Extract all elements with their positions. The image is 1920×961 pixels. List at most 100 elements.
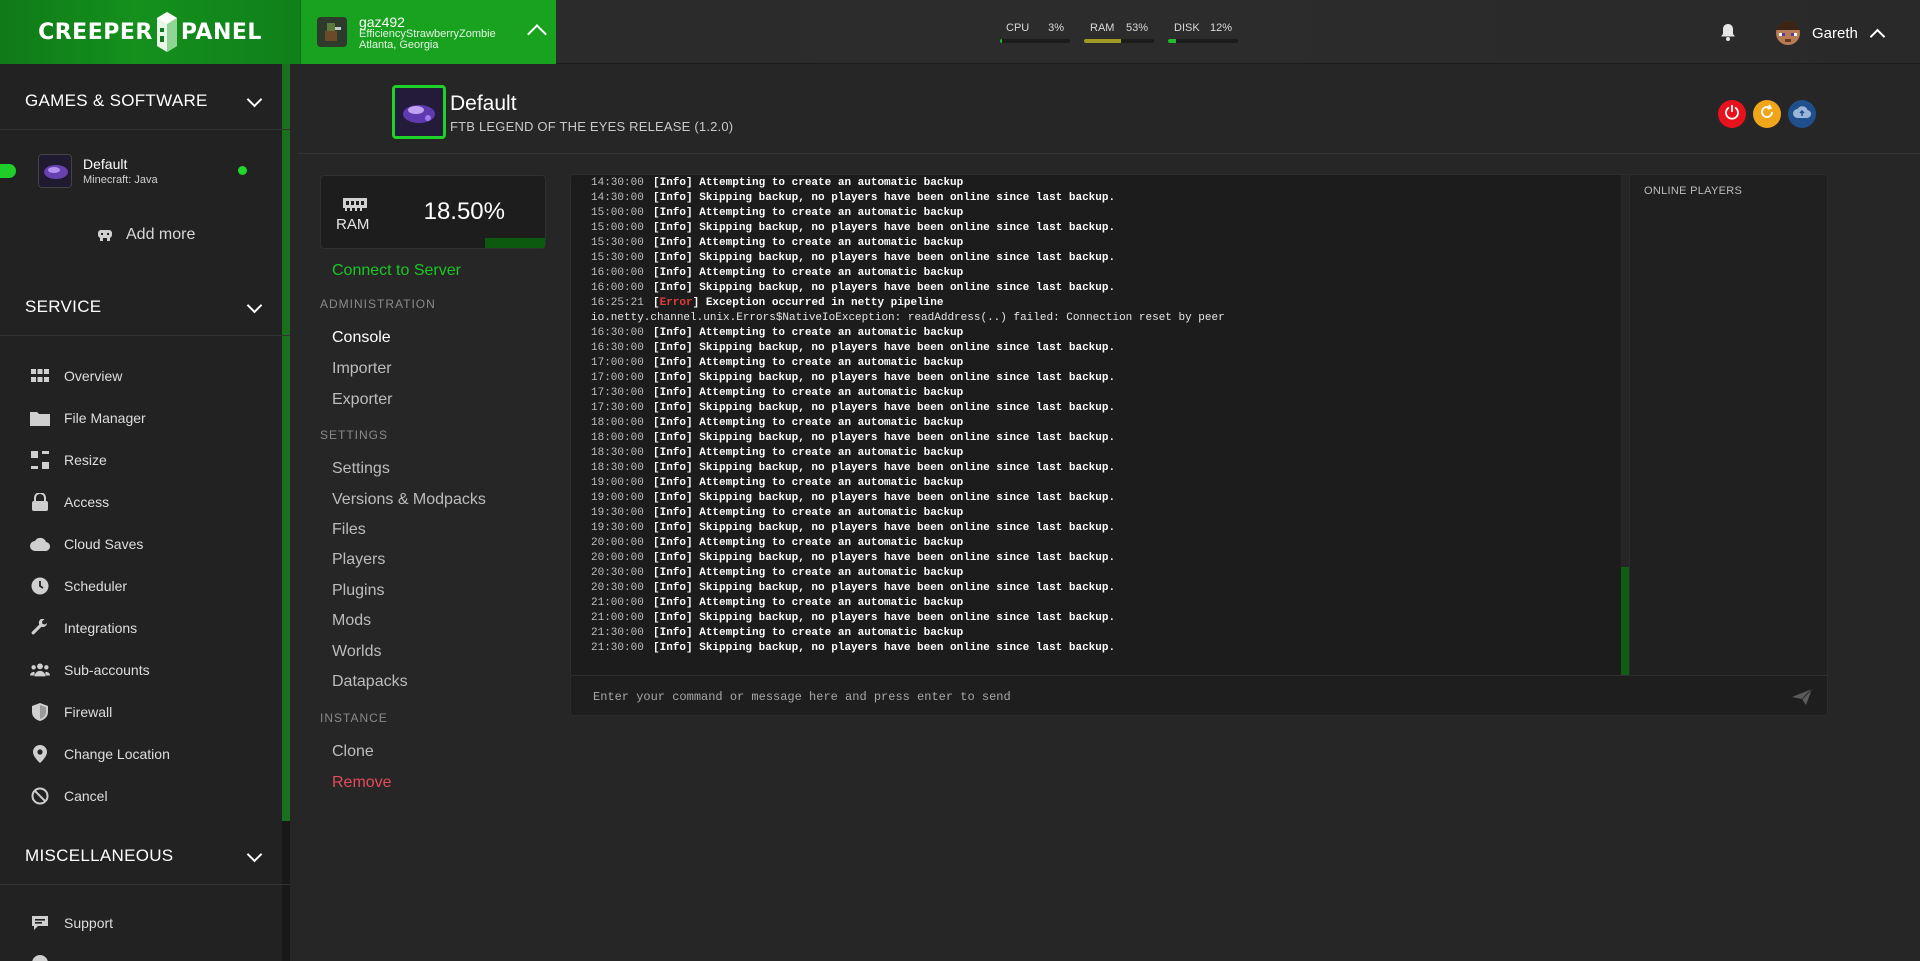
menu-plugins[interactable]: Plugins (332, 582, 384, 600)
console-message: Skipping backup, no players have been on… (699, 582, 1116, 594)
console-level: Info (659, 402, 687, 414)
console-panel: 14:30:00 [Info] Attempting to create an a… (570, 174, 1828, 716)
creeper-cube-icon (156, 10, 178, 54)
console-line: 18:00:00 [Info] Skipping backup, no playe… (591, 432, 1116, 444)
section-games-software[interactable]: GAMES & SOFTWARE (0, 72, 290, 130)
console-line: 19:00:00 [Info] Attempting to create an a… (591, 477, 964, 489)
administration-heading: ADMINISTRATION (320, 297, 436, 311)
sidebar-item-label: Firewall (64, 704, 113, 720)
bell-icon[interactable] (1718, 22, 1738, 42)
menu-worlds[interactable]: Worlds (332, 643, 382, 661)
chevron-up-icon[interactable] (1869, 28, 1886, 44)
menu-remove[interactable]: Remove (332, 774, 392, 792)
restart-button[interactable] (1753, 100, 1781, 128)
console-message: Skipping backup, no players have been on… (699, 522, 1116, 534)
sidebar-item-firewall[interactable]: Firewall (30, 700, 112, 724)
console-message: Skipping backup, no players have been on… (699, 252, 1116, 264)
sidebar-item-cancel[interactable]: Cancel (30, 784, 108, 808)
add-more-button[interactable]: Add more (96, 226, 195, 244)
console-level: Info (659, 537, 687, 549)
chevron-down-icon[interactable] (246, 846, 263, 863)
command-input[interactable] (593, 686, 1743, 708)
instance-subtitle: FTB LEGEND OF THE EYES RELEASE (1.2.0) (450, 119, 734, 134)
console-timestamp: 16:30:00 (591, 342, 644, 354)
sidebar-item-access[interactable]: Access (30, 490, 109, 514)
console-timestamp: 20:30:00 (591, 582, 644, 594)
console-line: 16:00:00 [Info] Attempting to create an a… (591, 267, 964, 279)
console-level: Info (659, 342, 687, 354)
console-message: Skipping backup, no players have been on… (699, 432, 1116, 444)
console-message: Attempting to create an automatic backup (699, 327, 964, 339)
console-timestamp: 17:30:00 (591, 387, 644, 399)
sidebar-item-sub-accounts[interactable]: Sub-accounts (30, 658, 150, 682)
server-switcher[interactable]: gaz492 EfficiencyStrawberryZombie Atlant… (300, 0, 556, 64)
console-timestamp: 17:00:00 (591, 372, 644, 384)
ram-card-value: 18.50% (423, 198, 505, 225)
game-name: Default (83, 156, 128, 172)
console-scrollbar-thumb[interactable] (1621, 567, 1629, 675)
backup-button[interactable] (1788, 100, 1816, 128)
console-message: Attempting to create an automatic backup (699, 267, 964, 279)
console-timestamp: 14:30:00 (591, 192, 644, 204)
menu-console[interactable]: Console (332, 329, 391, 347)
console-timestamp: 21:30:00 (591, 627, 644, 639)
brand-logo[interactable]: CREEPER PANEL (0, 0, 300, 64)
console-line: 15:30:00 [Info] Attempting to create an a… (591, 237, 964, 249)
sidebar-item-change-location[interactable]: Change Location (30, 742, 170, 766)
add-more-label: Add more (126, 226, 196, 243)
map-pin-icon (30, 744, 50, 764)
sidebar-item-scheduler[interactable]: Scheduler (30, 574, 127, 598)
ram-bar-fill (1084, 39, 1122, 43)
menu-clone[interactable]: Clone (332, 743, 374, 761)
chevron-down-icon[interactable] (246, 91, 263, 108)
console-timestamp: 16:25:21 (591, 297, 644, 309)
game-item-default[interactable]: Default Minecraft: Java (0, 154, 290, 204)
sidebar-item-cloud-saves[interactable]: Cloud Saves (30, 532, 143, 556)
section-miscellaneous[interactable]: MISCELLANEOUS (0, 827, 290, 885)
menu-players[interactable]: Players (332, 551, 385, 569)
user-name: Gareth (1812, 24, 1858, 42)
connect-to-server-link[interactable]: Connect to Server (332, 262, 461, 280)
console-message: Skipping backup, no players have been on… (699, 462, 1116, 474)
console-level: Info (659, 477, 687, 489)
disk-bar-fill (1168, 39, 1177, 43)
console-line: 17:00:00 [Info] Attempting to create an a… (591, 357, 964, 369)
sidebar-item-support[interactable]: Support (30, 911, 113, 935)
console-line: 17:30:00 [Info] Attempting to create an a… (591, 387, 964, 399)
send-icon[interactable] (1791, 688, 1813, 706)
console-line: 21:30:00 [Info] Skipping backup, no playe… (591, 642, 1116, 654)
instance-thumbnail-icon[interactable] (392, 85, 446, 139)
menu-settings[interactable]: Settings (332, 460, 390, 478)
sidebar-item-integrations[interactable]: Integrations (30, 616, 137, 640)
server-avatar-icon (317, 17, 347, 47)
menu-files[interactable]: Files (332, 521, 366, 539)
console-line: 16:25:21 [Error] Exception occurred in ne… (591, 297, 944, 309)
console-line: 15:00:00 [Info] Skipping backup, no playe… (591, 222, 1116, 234)
sidebar-item-label: Resize (64, 452, 107, 468)
menu-importer[interactable]: Importer (332, 360, 392, 378)
power-button[interactable] (1718, 100, 1746, 128)
gamepad-icon (96, 228, 114, 242)
console-line: io.netty.channel.unix.Errors$NativeIoExc… (591, 311, 1621, 326)
console-log[interactable]: 14:30:00 [Info] Attempting to create an a… (571, 175, 1621, 675)
menu-exporter[interactable]: Exporter (332, 391, 392, 409)
menu-versions-modpacks[interactable]: Versions & Modpacks (332, 491, 486, 509)
user-menu[interactable]: Gareth (1776, 20, 1886, 46)
chevron-down-icon[interactable] (246, 297, 263, 314)
sidebar-item-label: Access (64, 494, 110, 510)
sidebar-item-resize[interactable]: Resize (30, 448, 107, 472)
users-icon (30, 660, 50, 680)
sidebar-item-label: Sub-accounts (64, 662, 150, 678)
console-timestamp: 18:00:00 (591, 432, 644, 444)
menu-datapacks[interactable]: Datapacks (332, 673, 408, 691)
console-message: Skipping backup, no players have been on… (699, 372, 1116, 384)
console-line: 16:00:00 [Info] Skipping backup, no playe… (591, 282, 1116, 294)
sidebar-item-file-manager[interactable]: File Manager (30, 406, 146, 430)
sidebar-item-overview[interactable]: Overview (30, 364, 122, 388)
sidebar-item-globe[interactable] (30, 951, 64, 961)
menu-mods[interactable]: Mods (332, 612, 371, 630)
section-service[interactable]: SERVICE (0, 278, 290, 336)
console-timestamp: 21:00:00 (591, 597, 644, 609)
chevron-up-icon[interactable] (527, 24, 547, 44)
console-timestamp: 16:00:00 (591, 282, 644, 294)
